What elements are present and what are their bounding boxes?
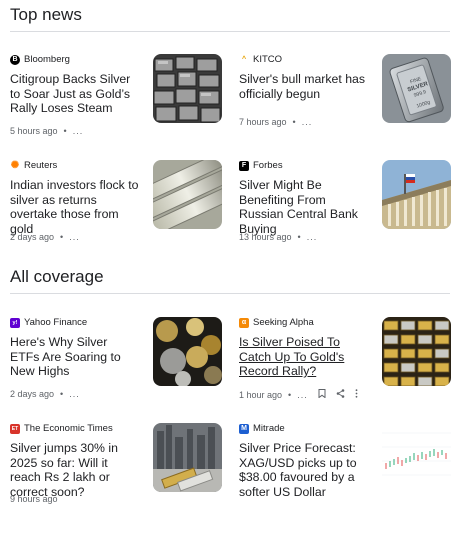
- more-options-icon[interactable]: ...: [307, 232, 318, 242]
- article-source: B Bloomberg: [10, 54, 70, 65]
- article-thumbnail[interactable]: [382, 160, 451, 229]
- article-headline[interactable]: Silver jumps 30% in 2025 so far: Will it…: [10, 441, 140, 499]
- article-meta: 13 hours ago • ...: [239, 232, 318, 242]
- article-thumbnail[interactable]: FINE SILVER 999.9 1000g: [382, 54, 451, 123]
- article-headline[interactable]: Silver's bull market has officially begu…: [239, 72, 369, 101]
- article-card[interactable]: M Mitrade Silver Price Forecast: XAG/USD…: [239, 423, 451, 533]
- article-headline[interactable]: Silver Price Forecast: XAG/USD picks up …: [239, 441, 369, 499]
- article-source: y! Yahoo Finance: [10, 317, 87, 328]
- kitco-logo-icon: ^: [239, 54, 249, 65]
- bloomberg-logo-icon: B: [10, 54, 20, 65]
- article-card[interactable]: F Forbes Silver Might Be Benefiting From…: [239, 160, 451, 270]
- article-card[interactable]: α Seeking Alpha Is Silver Poised To Catc…: [239, 317, 451, 427]
- article-source: M Mitrade: [239, 423, 285, 434]
- divider: [10, 293, 450, 294]
- article-headline[interactable]: Citigroup Backs Silver to Soar Just as G…: [10, 72, 140, 116]
- more-options-icon[interactable]: ...: [297, 390, 308, 400]
- reuters-logo-icon: ✺: [10, 160, 20, 171]
- more-options-icon[interactable]: ...: [73, 126, 84, 136]
- bookmark-icon[interactable]: [318, 389, 326, 400]
- article-meta: 9 hours ago: [10, 494, 58, 504]
- article-thumbnail[interactable]: [153, 423, 222, 492]
- divider: [10, 31, 450, 32]
- article-meta: 1 hour ago • ...: [239, 389, 358, 400]
- article-card[interactable]: B Bloomberg Citigroup Backs Silver to So…: [10, 54, 222, 164]
- article-card[interactable]: ^ KITCO Silver's bull market has officia…: [239, 54, 451, 164]
- seeking-alpha-logo-icon: α: [239, 317, 249, 328]
- more-options-icon[interactable]: ...: [69, 389, 80, 399]
- kebab-menu-icon[interactable]: [355, 389, 358, 400]
- article-source: ^ KITCO: [239, 54, 282, 65]
- section-title-all-coverage: All coverage: [10, 267, 104, 286]
- section-title-top-news: Top news: [10, 5, 82, 24]
- more-options-icon[interactable]: ...: [69, 232, 80, 242]
- article-source: F Forbes: [239, 160, 283, 171]
- article-headline[interactable]: Silver Might Be Benefiting From Russian …: [239, 178, 369, 236]
- article-thumbnail[interactable]: [153, 317, 222, 386]
- article-headline[interactable]: Here's Why Silver ETFs Are Soaring to Ne…: [10, 335, 140, 379]
- article-source: ✺ Reuters: [10, 160, 58, 171]
- article-thumbnail[interactable]: [382, 317, 451, 386]
- article-meta: 2 days ago • ...: [10, 389, 80, 399]
- article-headline[interactable]: Indian investors flock to silver as retu…: [10, 178, 140, 236]
- article-thumbnail[interactable]: [153, 160, 222, 229]
- more-options-icon[interactable]: ...: [302, 117, 313, 127]
- article-thumbnail[interactable]: [382, 423, 451, 492]
- forbes-logo-icon: F: [239, 160, 249, 171]
- article-source: ET The Economic Times: [10, 423, 113, 434]
- article-thumbnail[interactable]: [153, 54, 222, 123]
- article-meta: 2 days ago • ...: [10, 232, 80, 242]
- yahoo-finance-logo-icon: y!: [10, 317, 20, 328]
- article-meta: 7 hours ago • ...: [239, 117, 313, 127]
- article-meta: 5 hours ago • ...: [10, 126, 84, 136]
- article-headline[interactable]: Is Silver Poised To Catch Up To Gold's R…: [239, 335, 369, 379]
- share-icon[interactable]: [336, 389, 345, 400]
- article-card[interactable]: ET The Economic Times Silver jumps 30% i…: [10, 423, 222, 533]
- economic-times-logo-icon: ET: [10, 423, 20, 434]
- article-card[interactable]: ✺ Reuters Indian investors flock to silv…: [10, 160, 222, 270]
- mitrade-logo-icon: M: [239, 423, 249, 434]
- article-source: α Seeking Alpha: [239, 317, 314, 328]
- article-card[interactable]: y! Yahoo Finance Here's Why Silver ETFs …: [10, 317, 222, 427]
